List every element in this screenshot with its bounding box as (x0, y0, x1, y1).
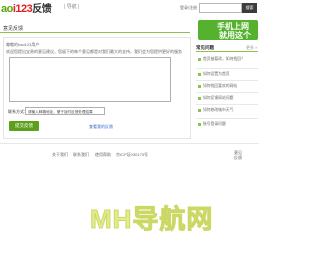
submit-button[interactable]: 提交反馈 (9, 121, 39, 131)
faq-separator (196, 118, 258, 119)
faq-item[interactable]: 账号登录问题 (198, 122, 258, 127)
footer-link-about[interactable]: 关于我们 (52, 152, 68, 158)
footer-link-contact[interactable]: 联系我们 (73, 152, 89, 158)
logo-suffix: 反馈 (32, 4, 52, 15)
faq-item[interactable]: 如何修改城市天气 (198, 108, 258, 113)
category-label: | 导航 | (64, 4, 80, 10)
footer-icp: 京ICP证030173号 (116, 152, 149, 157)
faq-item[interactable]: 首页被篡改，如何找回？ (198, 57, 258, 62)
top-bar: aoi123反馈 | 导航 | 登录/注册 搜索 (0, 0, 259, 15)
footer-link-help[interactable]: 使用帮助 (95, 152, 111, 158)
faq-item[interactable]: 如何反馈网站问题 (198, 96, 258, 101)
faq-item-label: 如何找回喜欢的网站 (203, 84, 238, 88)
bullet-icon (198, 84, 201, 88)
search-input[interactable] (199, 3, 242, 13)
faq-separator (196, 80, 258, 81)
faq-separator (196, 104, 258, 105)
logo-mid: i123 (12, 3, 33, 15)
tip-text: 欢迎您提出宝贵的意见建议，您留下的每个意见都是对我们最大的支持，我们会为您提供更… (6, 49, 182, 54)
side-feedback-button[interactable]: 意见 反馈 (234, 150, 242, 160)
bullet-icon (198, 108, 201, 112)
faq-separator (196, 68, 258, 69)
login-link[interactable]: 登录/注册 (180, 5, 197, 11)
footer-divider (0, 143, 259, 144)
faq-item-label: 如何设置为首页 (203, 72, 230, 76)
faq-item-label: 账号登录问题 (203, 122, 226, 126)
banner-line2: 就用这个 (219, 31, 251, 40)
faq-item-label: 首页被篡改，如何找回？ (203, 57, 245, 61)
logo-prefix: ao (1, 3, 13, 15)
bullet-icon (198, 96, 201, 100)
contact-input[interactable]: 请输入邮箱地址，便于及时反馈处理结果 (25, 107, 105, 115)
section-title-bar (0, 22, 190, 33)
feedback-textarea[interactable] (9, 57, 171, 102)
search-button[interactable]: 搜索 (242, 3, 257, 13)
faq-item-label: 如何修改城市天气 (203, 108, 234, 112)
side-feedback-line2: 反馈 (234, 155, 242, 160)
section-title: 意见反馈 (3, 26, 24, 32)
bullet-icon (198, 57, 201, 61)
view-feedback-link[interactable]: 查看我的反馈 (89, 124, 113, 130)
faq-item[interactable]: 如何找回喜欢的网站 (198, 84, 258, 89)
logo[interactable]: aoi123反馈 (1, 0, 52, 15)
faq-separator (196, 92, 258, 93)
faq-divider (196, 51, 258, 52)
greeting-text: 尊敬的hao123用户 (6, 42, 40, 47)
bullet-icon (198, 72, 201, 76)
watermark: MH导航网 (89, 204, 214, 235)
bullet-icon (198, 122, 201, 126)
faq-item-label: 如何反馈网站问题 (203, 96, 234, 100)
faq-item[interactable]: 如何设置为首页 (198, 72, 258, 77)
